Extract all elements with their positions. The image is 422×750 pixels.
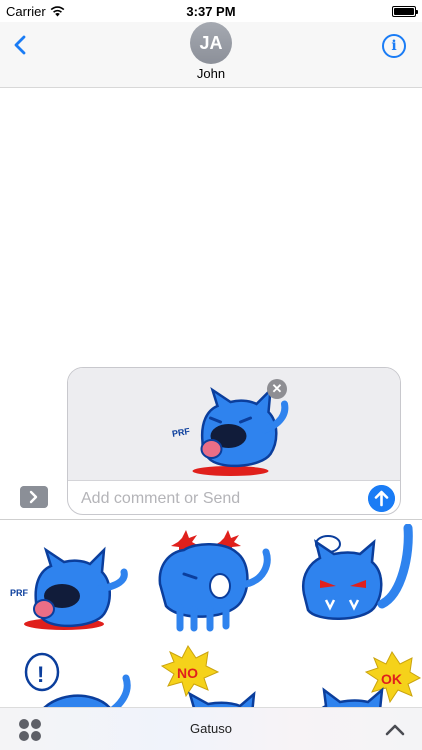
sticker-tray: PRF ! NO OK bbox=[0, 519, 422, 707]
avatar[interactable]: JA bbox=[190, 22, 232, 64]
status-bar: Carrier 3:37 PM bbox=[0, 0, 422, 22]
blue-cat-dizzy-sticker[interactable] bbox=[146, 524, 278, 636]
comment-input[interactable] bbox=[68, 481, 400, 514]
info-icon[interactable]: i bbox=[382, 34, 406, 58]
contact-name[interactable]: John bbox=[0, 66, 422, 81]
app-title: Gatuso bbox=[190, 721, 232, 736]
battery-icon bbox=[392, 5, 418, 17]
carrier-label: Carrier bbox=[6, 3, 46, 19]
chevron-up-icon[interactable] bbox=[384, 719, 406, 741]
status-right bbox=[392, 5, 418, 17]
send-button[interactable] bbox=[368, 485, 395, 512]
status-left: Carrier bbox=[6, 4, 65, 19]
chevron-right-icon[interactable] bbox=[20, 486, 48, 508]
battery-level bbox=[394, 7, 414, 15]
app-drawer-bar: Gatuso bbox=[0, 707, 422, 750]
sticker-attachment: PRF ✕ bbox=[68, 368, 400, 481]
blue-cat-angry-sticker[interactable] bbox=[290, 524, 422, 636]
blue-cat-tongue-sticker[interactable]: PRF bbox=[6, 534, 138, 646]
sticker-caption: OK bbox=[381, 671, 402, 687]
wifi-icon bbox=[50, 5, 65, 16]
chevron-left-icon[interactable] bbox=[10, 34, 32, 56]
message-composer: PRF ✕ bbox=[67, 367, 401, 515]
sticker-caption: PRF bbox=[10, 588, 29, 598]
blue-cat-no-sticker[interactable]: NO bbox=[150, 642, 282, 707]
blue-cat-surprised-sticker[interactable]: ! bbox=[6, 642, 138, 707]
blue-cat-ok-sticker[interactable]: OK bbox=[290, 642, 422, 707]
remove-attachment-button[interactable]: ✕ bbox=[267, 379, 287, 399]
svg-text:!: ! bbox=[37, 662, 44, 687]
svg-text:PRF: PRF bbox=[171, 426, 191, 439]
sticker-caption: NO bbox=[177, 665, 198, 681]
conversation-header: JA John i bbox=[0, 22, 422, 88]
